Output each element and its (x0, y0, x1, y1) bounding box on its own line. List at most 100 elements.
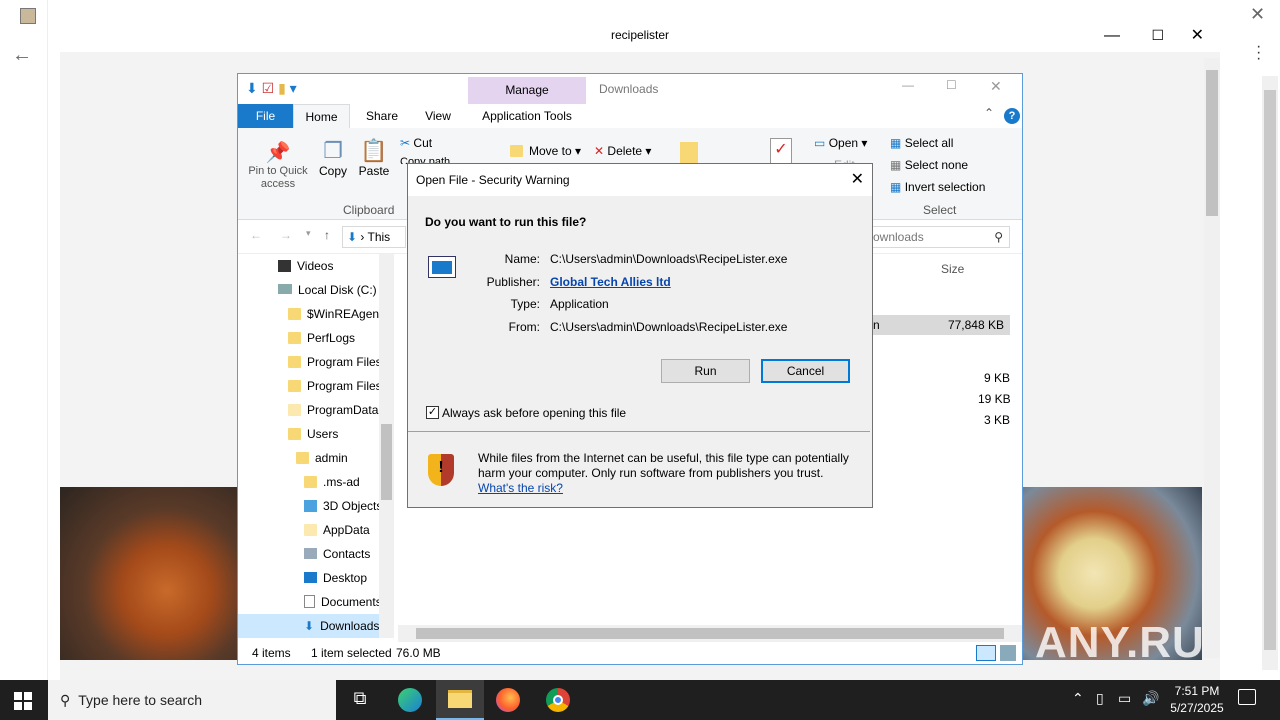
search-box[interactable]: ownloads ⚲ (870, 226, 1010, 248)
close-icon[interactable]: ✕ (990, 78, 1002, 95)
minimize-icon[interactable]: — (902, 78, 914, 92)
nav-scrollbar-thumb[interactable] (381, 424, 392, 500)
cut-label: Cut (413, 136, 433, 150)
close-icon[interactable]: ✕ (1191, 19, 1204, 52)
select-all-label: Select all (904, 136, 954, 150)
always-ask-checkbox[interactable]: ✓ (426, 406, 439, 419)
nav-item-downloads[interactable]: ⬇ Downloads (238, 614, 380, 638)
whats-the-risk-link[interactable]: What's the risk? (478, 481, 563, 495)
minimize-icon[interactable]: — (1104, 19, 1120, 52)
close-icon[interactable]: ✕ (851, 164, 864, 196)
folder-icon (288, 404, 301, 416)
app-scrollbar-thumb[interactable] (1206, 70, 1218, 216)
file-explorer-taskbar-button[interactable] (436, 680, 484, 720)
nav-item-winreagent[interactable]: $WinREAgent (288, 302, 380, 326)
nav-item-admin[interactable]: admin (296, 446, 348, 470)
cut-button[interactable]: ✂ Cut (400, 136, 432, 150)
cancel-button[interactable]: Cancel (761, 359, 850, 383)
horizontal-scrollbar-thumb[interactable] (416, 628, 1004, 639)
quick-access-toolbar: ⬇ ☑ ▮ ▾ (246, 80, 297, 96)
tab-application-tools[interactable]: Application Tools (468, 104, 586, 128)
from-label: From: (508, 320, 540, 334)
chrome-icon[interactable] (546, 688, 570, 712)
tab-share[interactable]: Share (360, 104, 404, 128)
nav-item-contacts[interactable]: Contacts (304, 542, 370, 566)
tab-favicon-icon[interactable] (20, 8, 36, 24)
start-button[interactable] (14, 692, 32, 710)
nav-item-3d-objects[interactable]: 3D Objects (304, 494, 380, 518)
file-row-selected[interactable]: n 77,848 KB (873, 315, 1010, 335)
invert-selection-button[interactable]: ▦ Invert selection (890, 180, 985, 194)
properties-icon[interactable]: ✓ (770, 138, 792, 164)
large-icons-view-icon[interactable] (1000, 645, 1016, 661)
tab-home[interactable]: Home (293, 104, 350, 128)
network-icon[interactable]: ▭ (1118, 690, 1131, 707)
run-button[interactable]: Run (661, 359, 750, 383)
nav-item-program-files-x86[interactable]: Program Files (288, 374, 380, 398)
nav-label: Contacts (323, 547, 371, 561)
delete-button[interactable]: ✕ Delete ▾ (594, 144, 651, 158)
select-none-button[interactable]: ▦ Select none (890, 158, 968, 172)
clock[interactable]: 7:51 PM 5/27/2025 (1162, 683, 1232, 717)
horizontal-scrollbar[interactable] (398, 625, 1022, 642)
pin-button[interactable]: 📌 Pin to Quick access (244, 140, 312, 191)
type-value: Application (550, 297, 609, 311)
new-folder-icon[interactable] (680, 142, 698, 164)
pin-icon: 📌 (265, 142, 291, 164)
publisher-link[interactable]: Global Tech Allies ltd (550, 275, 671, 289)
select-all-button[interactable]: ▦ Select all (890, 136, 953, 150)
tab-view[interactable]: View (418, 104, 458, 128)
windows-logo-icon (14, 692, 32, 710)
nav-item-videos[interactable]: Videos (278, 254, 333, 278)
maximize-icon[interactable]: ☐ (946, 78, 957, 92)
navigation-pane: Videos Local Disk (C:) $WinREAgent PerfL… (238, 254, 394, 638)
volume-icon[interactable]: 🔊 (1142, 690, 1159, 707)
show-hidden-icons-icon[interactable]: ⌃ (1072, 690, 1084, 707)
nav-dropdown-icon[interactable]: ▾ (306, 228, 311, 239)
collapse-ribbon-icon[interactable]: ⌃ (984, 106, 994, 120)
page-scrollbar-thumb[interactable] (1264, 90, 1276, 650)
nav-item-perflogs[interactable]: PerfLogs (288, 326, 355, 350)
app-title-text: recipelister (610, 28, 670, 42)
nav-item-documents[interactable]: Documents (304, 590, 380, 614)
nav-back-icon[interactable]: ← (250, 228, 262, 242)
paste-button[interactable]: 📋 Paste (356, 138, 392, 178)
menu-dots-icon[interactable]: · · · (1256, 39, 1261, 67)
notifications-icon[interactable] (1238, 689, 1256, 705)
nav-item-users[interactable]: Users (288, 422, 338, 446)
maximize-icon[interactable]: ☐ (1151, 19, 1164, 52)
address-bar[interactable]: ⬇ › This (342, 226, 406, 248)
size-column-header[interactable]: Size (941, 262, 964, 276)
always-ask-label[interactable]: Always ask before opening this file (442, 406, 626, 420)
drive-icon (278, 284, 292, 294)
nav-item-local-disk[interactable]: Local Disk (C:) (278, 278, 377, 302)
nav-label: Videos (297, 259, 334, 273)
device-icon[interactable]: ▯ (1096, 690, 1104, 707)
file-size: 9 KB (984, 371, 1011, 385)
nav-item-programdata[interactable]: ProgramData (288, 398, 380, 422)
nav-forward-icon[interactable]: → (280, 228, 292, 242)
move-to-button[interactable]: Move to ▾ (510, 144, 581, 158)
file-size: 19 KB (978, 392, 1011, 406)
help-icon[interactable]: ? (1004, 108, 1020, 124)
nav-label: AppData (323, 523, 370, 537)
nav-item-appdata[interactable]: AppData (304, 518, 370, 542)
shield-warning-icon: ! (428, 454, 454, 486)
back-arrow-icon[interactable]: ← (12, 44, 32, 67)
edge-icon[interactable] (398, 688, 422, 712)
folder-icon (296, 452, 309, 464)
nav-item-program-files[interactable]: Program Files (288, 350, 380, 374)
firefox-icon[interactable] (496, 688, 520, 712)
folder-icon (288, 428, 301, 440)
close-icon[interactable]: ✕ (1250, 4, 1265, 25)
details-view-icon[interactable] (976, 645, 996, 661)
nav-item-desktop[interactable]: Desktop (304, 566, 367, 590)
nav-item-ms-ad[interactable]: .ms-ad (304, 470, 360, 494)
nav-scrollbar[interactable] (379, 254, 394, 638)
taskbar-search[interactable]: ⚲ Type here to search (48, 680, 336, 720)
tab-file[interactable]: File (238, 104, 293, 128)
copy-button[interactable]: ❐ Copy (316, 138, 350, 178)
nav-up-icon[interactable]: ↑ (324, 228, 330, 242)
task-view-icon[interactable]: ⧉ (348, 688, 372, 712)
open-button[interactable]: ▭ Open ▾ (814, 136, 867, 150)
